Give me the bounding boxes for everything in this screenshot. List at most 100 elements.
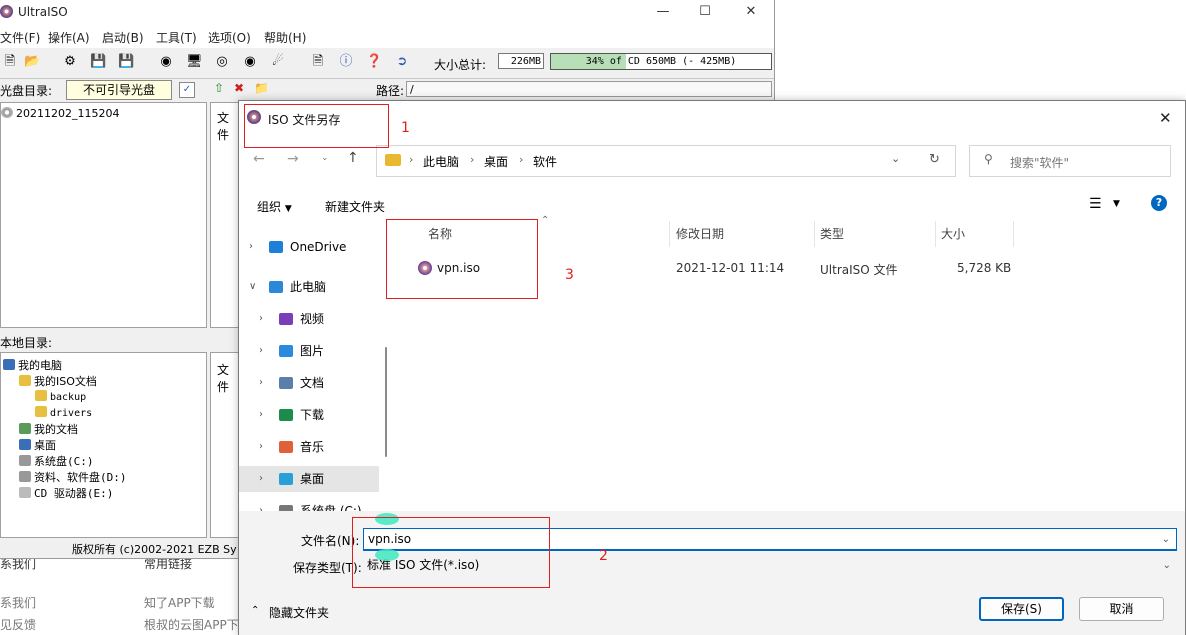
organize-button[interactable]: 组织 ▼	[257, 198, 292, 215]
tree-item[interactable]: backup	[35, 390, 86, 403]
view-options-icon[interactable]: ☰	[1089, 196, 1102, 212]
back-icon[interactable]: ←	[253, 151, 265, 167]
chevron-right-icon[interactable]: ›	[249, 234, 253, 260]
new-icon[interactable]: 🗎	[2, 54, 18, 70]
burn-icon[interactable]: ◉	[158, 54, 174, 70]
new-folder-button[interactable]: 新建文件夹	[325, 198, 385, 215]
column-divider	[935, 221, 936, 247]
tree-item[interactable]: 资料、软件盘(D:)	[19, 469, 127, 485]
search-box[interactable]: ⚲ 搜索"软件"	[969, 145, 1171, 177]
menu-help[interactable]: 帮助(H)	[264, 29, 306, 46]
tree-item[interactable]: 我的文档	[19, 421, 78, 437]
menu-file[interactable]: 文件(F)	[0, 29, 40, 46]
filename-dropdown-icon[interactable]: ⌄	[1162, 529, 1170, 550]
menu-action[interactable]: 操作(A)	[48, 29, 90, 46]
nav-item[interactable]: › 桌面	[239, 466, 379, 492]
bg-link[interactable]: 根叔的云图APP下载	[144, 616, 251, 633]
nav-item[interactable]: › 下载	[239, 402, 379, 428]
tree-item[interactable]: 系统盘(C:)	[19, 453, 94, 469]
annotation-number: 1	[401, 120, 410, 136]
address-bar[interactable]: › 此电脑 › 桌面 › 软件 ⌄ ↻	[376, 145, 956, 177]
tree-item[interactable]: CD 驱动器(E:)	[19, 485, 113, 501]
bg-link[interactable]: 知了APP下载	[144, 594, 215, 611]
chevron-down-icon[interactable]: ∨	[249, 274, 256, 300]
chevron-right-icon[interactable]: ›	[259, 498, 263, 512]
delete-icon[interactable]: ✖	[234, 81, 244, 95]
nav-item[interactable]: › 系统盘 (C:)	[239, 498, 379, 512]
properties-icon[interactable]: 🗎	[310, 54, 326, 70]
file-size: 5,728 KB	[957, 261, 1012, 275]
tree-item[interactable]: 我的电脑	[3, 357, 62, 373]
filename-label: 文件名(N):	[301, 534, 360, 548]
help-icon[interactable]: ❓	[366, 54, 382, 70]
cancel-button[interactable]: 取消	[1079, 597, 1164, 621]
toolbar: 🗎 📂 ⚙ 💾 💾 ◉ 🖥 ◎ ◉ ☄ 🗎 ⓘ ❓ ➲ 大小总计: 226MB …	[0, 48, 774, 79]
filetype-dropdown-icon[interactable]: ⌄	[1163, 555, 1171, 576]
breadcrumb-item[interactable]: 软件	[533, 153, 557, 170]
save-button[interactable]: 保存(S)	[979, 597, 1064, 621]
column-size[interactable]: 大小	[941, 225, 965, 242]
collapse-chevron-icon[interactable]: ⌃	[251, 605, 259, 616]
extract-icon[interactable]: ⚙	[62, 54, 78, 70]
help-icon[interactable]: ?	[1151, 195, 1167, 211]
column-type[interactable]: 类型	[820, 225, 844, 242]
compress-icon[interactable]: ◎	[214, 54, 230, 70]
tree-item[interactable]: drivers	[35, 406, 92, 419]
quick-burn-icon[interactable]: ☄	[270, 54, 286, 70]
exit-icon[interactable]: ➲	[394, 54, 410, 70]
folder-icon	[385, 154, 401, 166]
hide-folders-button[interactable]: 隐藏文件夹	[269, 604, 329, 621]
nav-item[interactable]: › 图片	[239, 338, 379, 364]
chevron-right-icon[interactable]: ›	[259, 466, 263, 492]
forward-icon[interactable]: →	[287, 151, 299, 167]
bg-link[interactable]: 见反馈	[0, 616, 36, 633]
address-dropdown-icon[interactable]: ⌄	[891, 152, 900, 165]
nav-item[interactable]: › 视频	[239, 306, 379, 332]
bg-link[interactable]: 系我们	[0, 594, 36, 611]
disc-tree-root[interactable]: 20211202_115204	[1, 107, 119, 120]
tree-item[interactable]: 我的ISO文档	[19, 373, 97, 389]
tree-item[interactable]: 桌面	[19, 437, 56, 453]
nav-item[interactable]: › 文档	[239, 370, 379, 396]
info-icon[interactable]: ⓘ	[338, 54, 354, 70]
drive-icon	[19, 471, 31, 482]
size-total-label: 大小总计:	[434, 58, 487, 72]
maximize-button[interactable]: ☐	[692, 3, 718, 21]
breadcrumb-item[interactable]: 此电脑	[423, 153, 459, 170]
recent-chevron-icon[interactable]: ⌄	[321, 153, 329, 163]
boot-check-icon[interactable]: ✓	[179, 82, 195, 98]
chevron-right-icon[interactable]: ›	[259, 306, 263, 332]
chevron-right-icon[interactable]: ›	[259, 370, 263, 396]
virtual-drive-icon[interactable]: ◉	[242, 54, 258, 70]
up-icon[interactable]: ↑	[347, 150, 359, 166]
boot-status-field[interactable]: 不可引导光盘	[66, 80, 172, 100]
menu-boot[interactable]: 启动(B)	[102, 29, 144, 46]
new-folder-icon[interactable]: 📁	[254, 81, 269, 95]
path-field[interactable]: /	[406, 81, 772, 97]
computer-icon	[269, 281, 283, 293]
nav-scrollbar[interactable]	[385, 347, 387, 457]
close-button[interactable]: ✕	[738, 3, 764, 21]
chevron-right-icon[interactable]: ›	[259, 402, 263, 428]
up-icon[interactable]: ⇧	[214, 81, 224, 95]
column-modified[interactable]: 修改日期	[676, 225, 724, 242]
nav-item-label: 音乐	[300, 440, 325, 454]
refresh-icon[interactable]: ↻	[929, 152, 940, 167]
chevron-right-icon[interactable]: ›	[259, 338, 263, 364]
save-icon[interactable]: 💾	[90, 54, 106, 70]
open-icon[interactable]: 📂	[24, 54, 40, 70]
menu-tools[interactable]: 工具(T)	[156, 29, 197, 46]
dialog-close-icon[interactable]: ✕	[1159, 109, 1172, 127]
view-dropdown-icon[interactable]: ▼	[1113, 199, 1120, 209]
nav-item[interactable]: › 音乐	[239, 434, 379, 460]
nav-item[interactable]: › OneDrive	[239, 234, 379, 260]
minimize-button[interactable]: —	[650, 3, 676, 21]
breadcrumb-item[interactable]: 桌面	[484, 153, 508, 170]
column-divider	[1013, 221, 1014, 247]
nav-item[interactable]: ∨ 此电脑	[239, 274, 379, 300]
chevron-right-icon[interactable]: ›	[259, 434, 263, 460]
save-as-icon[interactable]: 💾	[118, 54, 134, 70]
menu-options[interactable]: 选项(O)	[208, 29, 251, 46]
drive-icon	[19, 455, 31, 466]
mount-icon[interactable]: 🖥	[186, 54, 203, 70]
